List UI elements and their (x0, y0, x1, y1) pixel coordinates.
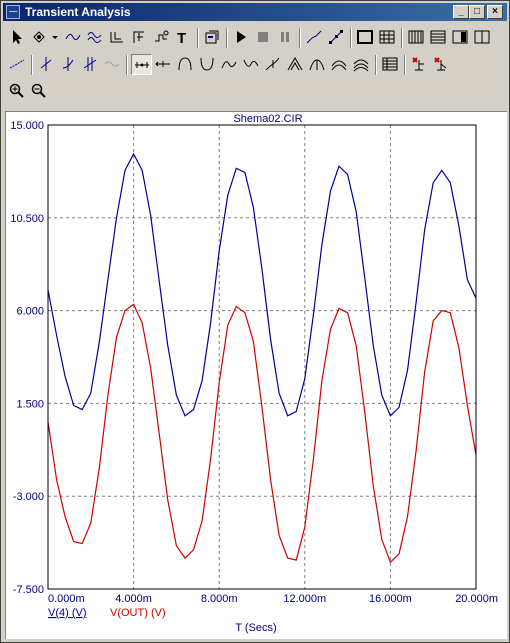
cursor-both-icon[interactable] (80, 54, 101, 75)
legend-entry-vout[interactable]: V(OUT) (V) (110, 607, 166, 619)
high-icon[interactable] (175, 54, 196, 75)
ground-icon[interactable] (129, 27, 150, 48)
table-icon[interactable] (380, 54, 401, 75)
app-icon (6, 5, 20, 19)
component-icon[interactable] (29, 27, 50, 48)
inflection-icon[interactable] (219, 54, 240, 75)
layout-4-icon[interactable] (472, 27, 493, 48)
zoom-out-icon[interactable] (29, 81, 50, 102)
text-icon[interactable]: T (173, 27, 194, 48)
minimize-button[interactable]: _ (453, 5, 469, 19)
box-icon[interactable] (355, 27, 376, 48)
plot-border (47, 124, 477, 590)
valley-icon[interactable] (153, 54, 174, 75)
global-high-icon[interactable] (241, 54, 262, 75)
transient-analysis-window: Transient Analysis _ □ × T Shema02.CIR 1… (0, 0, 510, 643)
zoom-in-icon[interactable] (7, 81, 28, 102)
fall-icon[interactable] (329, 54, 350, 75)
series-lines (47, 152, 477, 564)
cursor-right-icon[interactable] (58, 54, 79, 75)
x-tick-label: 12.000m (283, 593, 326, 605)
y-tick-label: 10.500 (10, 213, 44, 225)
grid (48, 125, 476, 589)
layout-2-icon[interactable] (428, 27, 449, 48)
grid-icon[interactable] (377, 27, 398, 48)
trace-icon[interactable] (102, 54, 123, 75)
diagonal-icon[interactable] (326, 27, 347, 48)
toolbar-row-3 (5, 80, 507, 104)
tag-mode-icon[interactable] (409, 54, 430, 75)
plot-frame (47, 124, 477, 590)
bus-icon[interactable] (85, 27, 106, 48)
y-tick-label: -3.000 (13, 491, 44, 503)
svg-text:T: T (177, 30, 186, 45)
series-line-2 (47, 303, 477, 564)
select-arrow-icon[interactable] (7, 27, 28, 48)
x-tick-label: 8.000m (201, 593, 238, 605)
window-title: Transient Analysis (25, 5, 131, 19)
stop-icon[interactable] (253, 27, 274, 48)
dropdown-icon[interactable] (49, 27, 61, 48)
wire-icon[interactable] (63, 27, 84, 48)
tracker-icon[interactable] (7, 54, 28, 75)
tick-labels: 15.000 10.500 6.000 1.500 -3.000 -7.500 0.000m… (10, 120, 498, 605)
layout-3-icon[interactable] (450, 27, 471, 48)
label-mode-icon[interactable] (431, 54, 452, 75)
x-tick-label: 0.000m (48, 593, 85, 605)
properties-icon[interactable] (202, 27, 223, 48)
slope-icon[interactable] (285, 54, 306, 75)
rise-icon[interactable] (307, 54, 328, 75)
x-tick-label: 20.000m (455, 593, 498, 605)
line-icon[interactable] (304, 27, 325, 48)
pause-icon[interactable] (275, 27, 296, 48)
title-bar[interactable]: Transient Analysis _ □ × (3, 3, 507, 21)
legend-entry-v4[interactable]: V(4) (V) (48, 607, 87, 619)
y-tick-label: 6.000 (16, 306, 44, 318)
y-tick-label: 1.500 (16, 398, 44, 410)
global-low-icon[interactable] (263, 54, 284, 75)
source-icon[interactable] (151, 27, 172, 48)
y-tick-label: -7.500 (13, 584, 44, 596)
plot-area[interactable]: Shema02.CIR 15.000 10.500 6.000 1.500 -3.000… (5, 111, 507, 639)
series-line-1 (47, 152, 477, 417)
toolbar-row-1: T (5, 26, 507, 50)
chart-title: Shema02.CIR (233, 113, 302, 125)
layout-1-icon[interactable] (406, 27, 427, 48)
maximize-button[interactable]: □ (469, 5, 485, 19)
low-icon[interactable] (197, 54, 218, 75)
x-tick-label: 16.000m (369, 593, 412, 605)
x-tick-label: 4.000m (115, 593, 152, 605)
transient-chart[interactable]: Shema02.CIR 15.000 10.500 6.000 1.500 -3.000… (6, 112, 506, 638)
toolbar-row-2 (5, 53, 507, 77)
x-axis-label: T (Secs) (235, 622, 276, 634)
peak-icon[interactable] (131, 54, 152, 75)
y-tick-label: 15.000 (10, 120, 44, 132)
run-icon[interactable] (231, 27, 252, 48)
fall-2-icon[interactable] (351, 54, 372, 75)
close-button[interactable]: × (487, 5, 503, 19)
cursor-left-icon[interactable] (36, 54, 57, 75)
junction-icon[interactable] (107, 27, 128, 48)
